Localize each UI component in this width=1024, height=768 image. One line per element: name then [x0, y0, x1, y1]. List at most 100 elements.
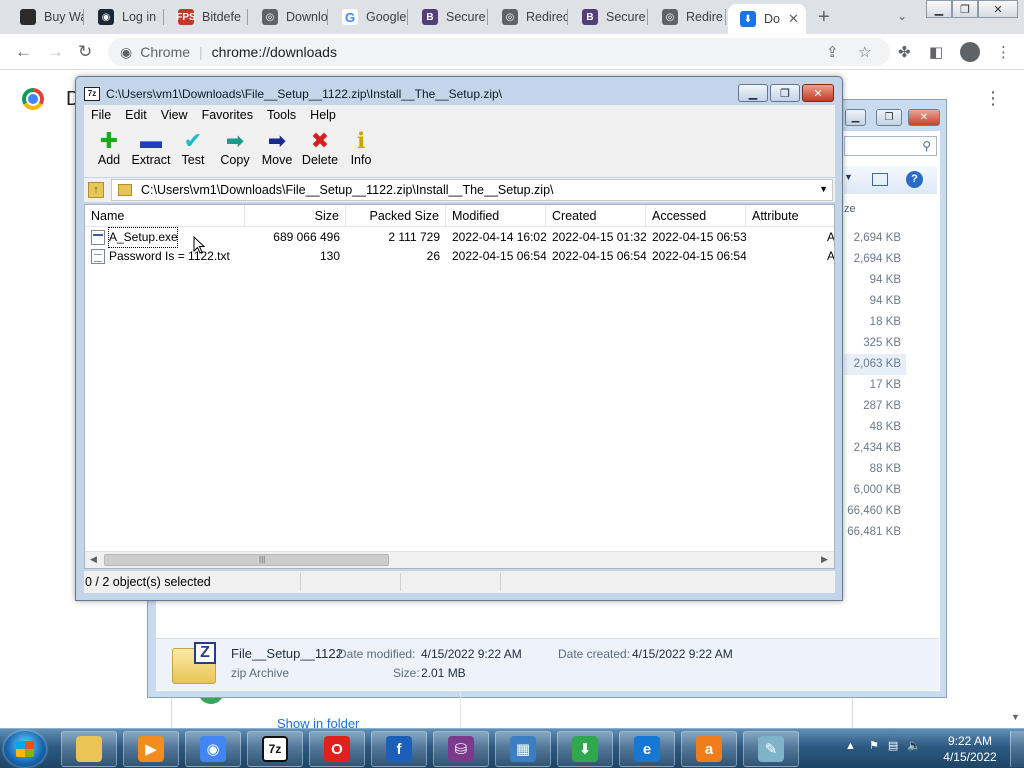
- column-created[interactable]: Created: [546, 205, 646, 227]
- tab-2[interactable]: FPS Bitdefe: [166, 4, 248, 30]
- menu-file[interactable]: File: [84, 108, 118, 122]
- column-size[interactable]: Size: [245, 205, 346, 227]
- menu-view[interactable]: View: [154, 108, 195, 122]
- show-desktop-button[interactable]: [1010, 731, 1024, 767]
- explorer-size-cell[interactable]: 66,481 KB: [844, 522, 906, 543]
- explorer-size-cell[interactable]: 88 KB: [844, 459, 906, 480]
- explorer-minimize-button[interactable]: ▁: [845, 109, 866, 126]
- volume-icon[interactable]: 🔈: [907, 740, 921, 752]
- close-tab-icon[interactable]: ✕: [788, 11, 799, 27]
- taskbar-opera-button[interactable]: O: [309, 731, 365, 767]
- forward-button[interactable]: →: [47, 42, 64, 62]
- explorer-size-cell[interactable]: 2,694 KB: [844, 228, 906, 249]
- taskbar-explorer-button[interactable]: [61, 731, 117, 767]
- size-column-header[interactable]: ze: [844, 203, 856, 215]
- scroll-right-icon[interactable]: ▶: [821, 554, 828, 565]
- explorer-size-cell[interactable]: 325 KB: [844, 333, 906, 354]
- menu-favorites[interactable]: Favorites: [195, 108, 260, 122]
- move-button[interactable]: ➡ Move: [255, 129, 299, 173]
- 7zip-path-field[interactable]: C:\Users\vm1\Downloads\File__Setup__1122…: [111, 179, 833, 201]
- tab-6[interactable]: ◎ Redirec: [490, 4, 568, 30]
- extract-button[interactable]: ▬ Extract: [129, 129, 173, 173]
- tab-1[interactable]: ◉ Log in: [86, 4, 164, 30]
- minimize-button[interactable]: ▁: [926, 0, 952, 18]
- tab-4[interactable]: G Google: [330, 4, 408, 30]
- menu-tools[interactable]: Tools: [260, 108, 303, 122]
- column-accessed[interactable]: Accessed: [646, 205, 746, 227]
- 7zip-close-button[interactable]: ✕: [802, 84, 834, 102]
- clock[interactable]: 9:22 AM 4/15/2022: [938, 733, 1002, 765]
- folder-up-icon[interactable]: ↑: [88, 182, 104, 198]
- address-bar[interactable]: ◉ Chrome | chrome://downloads: [108, 38, 890, 66]
- taskbar-winrar-button[interactable]: ⛁: [433, 731, 489, 767]
- explorer-size-cell[interactable]: 287 KB: [844, 396, 906, 417]
- new-tab-button[interactable]: +: [818, 6, 830, 29]
- taskbar-notepad-button[interactable]: ✎: [743, 731, 799, 767]
- explorer-size-cell[interactable]: 17 KB: [844, 375, 906, 396]
- help-icon[interactable]: ?: [906, 171, 923, 188]
- 7zip-minimize-button[interactable]: ▁: [738, 84, 768, 102]
- menu-kebab-icon[interactable]: ⋮: [996, 43, 1011, 61]
- 7zip-maximize-button[interactable]: ❐: [770, 84, 800, 102]
- explorer-size-cell[interactable]: 6,000 KB: [844, 480, 906, 501]
- preview-pane-icon[interactable]: [872, 173, 888, 186]
- action-center-flag-icon[interactable]: ⚑: [869, 740, 879, 752]
- page-scroll-down-icon[interactable]: ▼: [1011, 712, 1020, 722]
- extensions-icon[interactable]: ✤: [898, 43, 911, 61]
- downloads-menu-icon[interactable]: ⋮: [984, 88, 1002, 109]
- info-button[interactable]: ℹ Info: [339, 129, 383, 173]
- explorer-size-cell[interactable]: 94 KB: [844, 270, 906, 291]
- explorer-size-cell[interactable]: 48 KB: [844, 417, 906, 438]
- column-attributes[interactable]: Attribute: [746, 205, 834, 227]
- explorer-size-cell[interactable]: 18 KB: [844, 312, 906, 333]
- tab-7[interactable]: B Secure: [570, 4, 648, 30]
- tab-5[interactable]: B Secure: [410, 4, 488, 30]
- taskbar-chrome-button[interactable]: ◉: [185, 731, 241, 767]
- back-button[interactable]: ←: [15, 42, 32, 62]
- taskbar-media-player-button[interactable]: ▶: [123, 731, 179, 767]
- tab-0[interactable]: Buy Wa: [8, 4, 84, 30]
- taskbar-facebook-button[interactable]: f: [371, 731, 427, 767]
- reload-button[interactable]: ↻: [78, 42, 92, 62]
- taskbar-avast-button[interactable]: a: [681, 731, 737, 767]
- test-button[interactable]: ✔ Test: [171, 129, 215, 173]
- explorer-search-field[interactable]: ⚲: [844, 136, 937, 156]
- start-button[interactable]: [4, 731, 46, 767]
- explorer-size-cell[interactable]: 66,460 KB: [844, 501, 906, 522]
- tab-search-chevron-icon[interactable]: ⌄: [897, 9, 907, 23]
- close-window-button[interactable]: ✕: [978, 0, 1018, 18]
- copy-button[interactable]: ➡ Copy: [213, 129, 257, 173]
- tray-expand-icon[interactable]: ▲: [845, 740, 856, 752]
- address-url[interactable]: chrome://downloads: [212, 44, 337, 60]
- taskbar-7zip-button[interactable]: 7z: [247, 731, 303, 767]
- network-icon[interactable]: ▤: [888, 740, 898, 752]
- share-icon[interactable]: ⇪: [826, 43, 839, 61]
- site-info-icon[interactable]: ◉: [120, 44, 132, 61]
- horizontal-scrollbar[interactable]: ◀ ||| ▶: [85, 551, 834, 568]
- explorer-size-cell[interactable]: 2,694 KB: [844, 249, 906, 270]
- views-dropdown-icon[interactable]: ▼: [844, 172, 853, 182]
- taskbar-download-manager-button[interactable]: ⬇: [557, 731, 613, 767]
- explorer-maximize-button[interactable]: ❐: [876, 109, 902, 126]
- taskbar-control-panel-button[interactable]: ▦: [495, 731, 551, 767]
- scrollbar-thumb[interactable]: |||: [104, 554, 389, 566]
- delete-button[interactable]: ✖ Delete: [298, 129, 342, 173]
- column-packed-size[interactable]: Packed Size: [346, 205, 446, 227]
- column-modified[interactable]: Modified: [446, 205, 546, 227]
- explorer-size-cell[interactable]: 94 KB: [844, 291, 906, 312]
- scroll-left-icon[interactable]: ◀: [90, 554, 97, 565]
- tab-9[interactable]: ⬇ Do ✕: [728, 4, 806, 34]
- tab-3[interactable]: ◎ Downlo: [250, 4, 328, 30]
- column-name[interactable]: Name: [85, 205, 245, 227]
- add-button[interactable]: ✚ Add: [87, 129, 131, 173]
- profile-avatar-icon[interactable]: [960, 42, 980, 62]
- bookmark-star-icon[interactable]: ☆: [858, 43, 871, 61]
- side-panel-icon[interactable]: ◧: [929, 43, 943, 61]
- explorer-size-cell[interactable]: 2,434 KB: [844, 438, 906, 459]
- menu-edit[interactable]: Edit: [118, 108, 154, 122]
- menu-help[interactable]: Help: [303, 108, 343, 122]
- explorer-close-button[interactable]: ✕: [908, 109, 940, 126]
- 7zip-title-bar[interactable]: 7z C:\Users\vm1\Downloads\File__Setup__1…: [84, 82, 502, 106]
- maximize-button[interactable]: ❐: [952, 0, 978, 18]
- path-dropdown-icon[interactable]: ▼: [819, 184, 828, 194]
